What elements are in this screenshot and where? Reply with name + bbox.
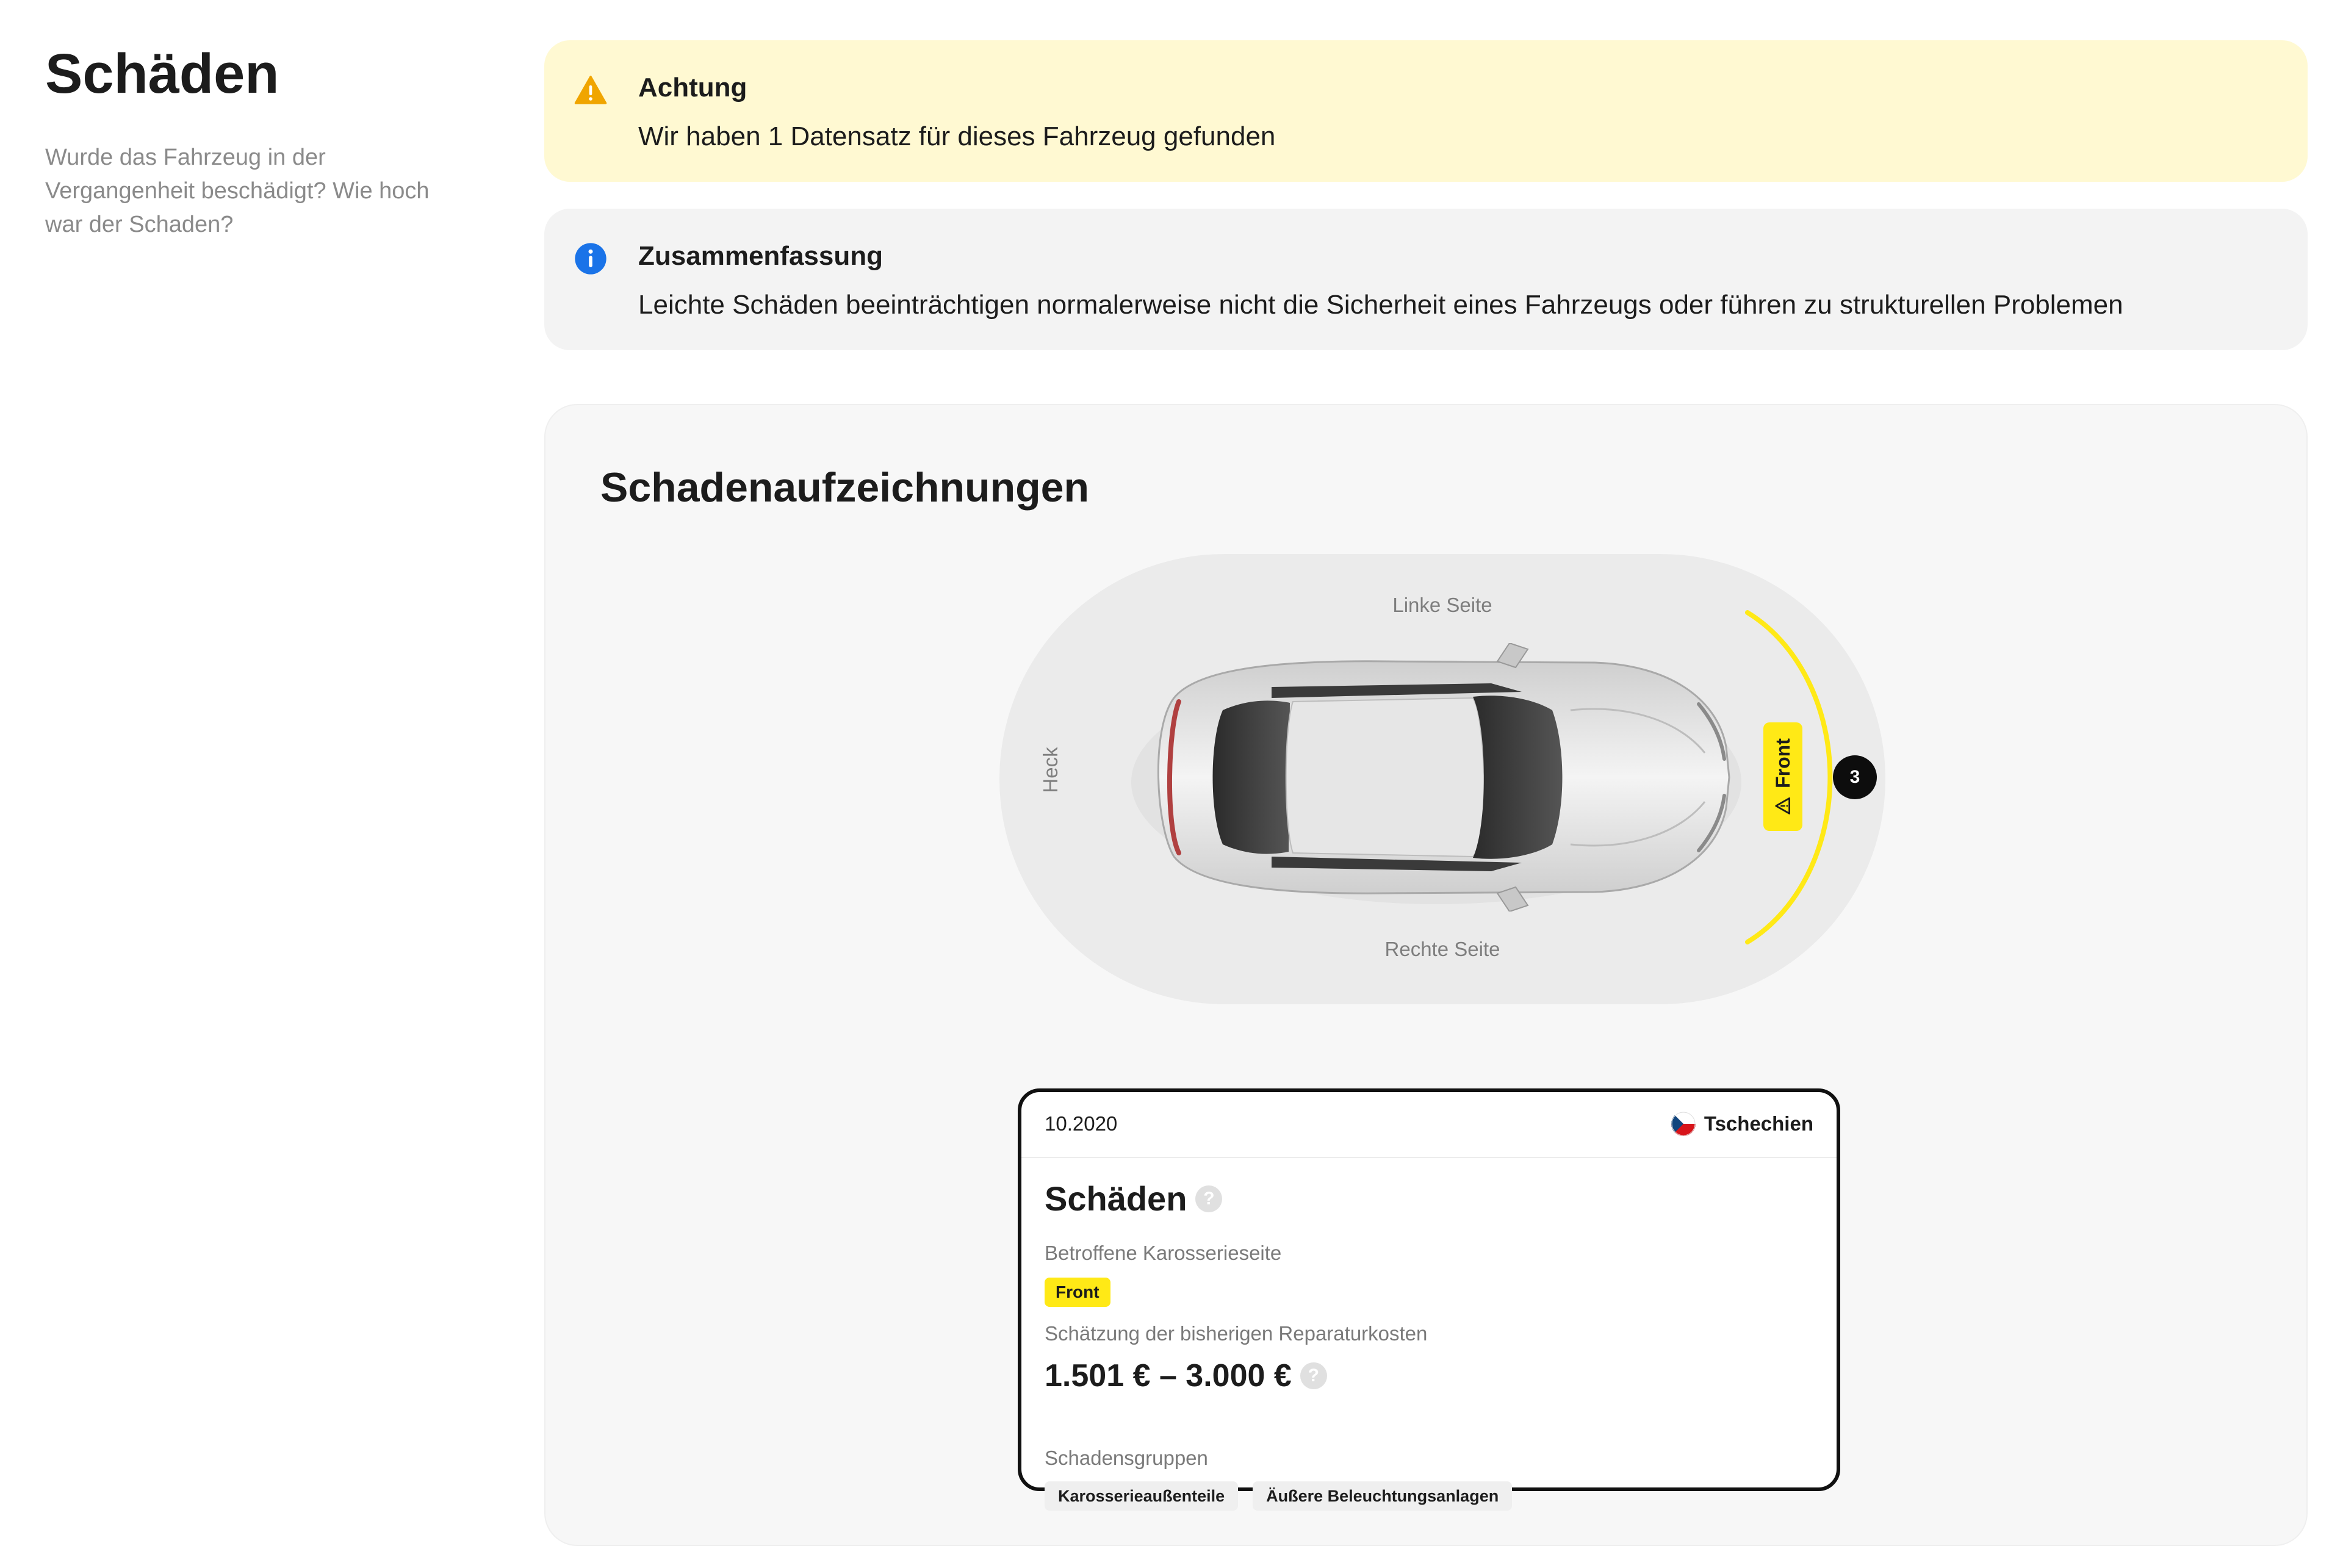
label-rear: Heck <box>1039 747 1062 793</box>
warning-notice: Achtung Wir haben 1 Datensatz für dieses… <box>544 40 2308 182</box>
section-header: Schäden Wurde das Fahrzeug in der Vergan… <box>45 39 484 242</box>
warning-icon <box>574 76 607 104</box>
page-title: Schäden <box>45 43 279 105</box>
damage-group-chip: Karosserieaußenteile <box>1045 1481 1239 1511</box>
help-icon[interactable]: ? <box>1300 1362 1327 1389</box>
repair-cost-label: Schätzung der bisherigen Reparaturkosten <box>1045 1322 1428 1345</box>
record-title-row: Schäden ? <box>1045 1178 1223 1220</box>
czech-flag-icon <box>1671 1112 1696 1136</box>
front-damage-marker[interactable]: Front <box>1763 722 1802 831</box>
summary-title: Zusammenfassung <box>638 241 883 271</box>
damage-groups-label: Schadensgruppen <box>1045 1447 1208 1469</box>
front-marker-label: Front <box>1772 738 1794 788</box>
record-title: Schäden <box>1045 1179 1187 1218</box>
car-damage-diagram: Linke Seite Rechte Seite Heck Front 3 <box>545 405 2309 1076</box>
info-icon <box>575 243 606 275</box>
warning-title: Achtung <box>638 73 747 102</box>
damage-records-card: Schadenaufzeichnungen Linke Seite Rechte… <box>544 404 2308 1546</box>
affected-side-chip: Front <box>1045 1278 1110 1307</box>
record-country: Tschechien <box>1671 1112 1813 1136</box>
repair-cost-value: 1.501 € – 3.000 € <box>1045 1358 1292 1394</box>
country-label: Tschechien <box>1704 1112 1813 1135</box>
warning-text: Wir haben 1 Datensatz für dieses Fahrzeu… <box>638 121 1276 151</box>
damage-record: 10.2020 Tschechien Schäden ? Betroffene … <box>1018 1088 1840 1511</box>
label-left-side: Linke Seite <box>1392 594 1492 616</box>
record-header: 10.2020 Tschechien <box>1021 1092 1837 1158</box>
repair-cost-row: 1.501 € – 3.000 € ? <box>1045 1356 1327 1396</box>
car-top-view-image <box>1131 643 1741 912</box>
damage-group-chip: Äußere Beleuchtungsanlagen <box>1253 1481 1513 1511</box>
damage-count-badge: 3 <box>1833 755 1877 799</box>
affected-side-label: Betroffene Karosserieseite <box>1045 1242 1282 1264</box>
record-date: 10.2020 <box>1045 1112 1118 1135</box>
summary-notice: Zusammenfassung Leichte Schäden beeinträ… <box>544 209 2308 350</box>
page-subtitle: Wurde das Fahrzeug in der Vergangenheit … <box>45 145 430 237</box>
summary-text: Leichte Schäden beeinträchtigen normaler… <box>638 290 2123 320</box>
label-right-side: Rechte Seite <box>1384 938 1500 960</box>
warning-icon <box>1775 797 1790 815</box>
help-icon[interactable]: ? <box>1195 1185 1223 1212</box>
damage-groups: Karosserieaußenteile Äußere Beleuchtungs… <box>1045 1481 1513 1511</box>
